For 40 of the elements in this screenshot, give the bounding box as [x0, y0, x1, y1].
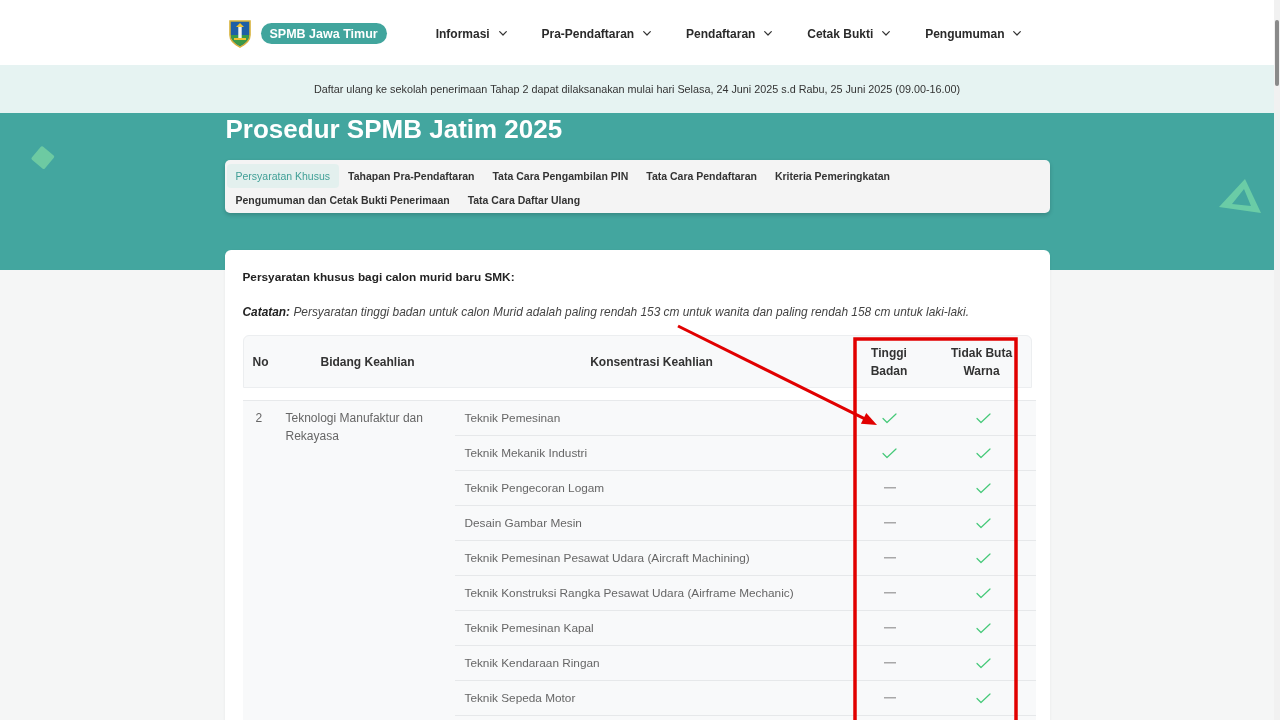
- table-cell-text: Teknik Mekanik Industri: [463, 446, 589, 460]
- chevron-down-icon: [498, 31, 507, 36]
- shield-icon: [227, 19, 252, 48]
- table-cell-text: Teknik Kendaraan Ringan: [463, 656, 601, 670]
- tab[interactable]: Tata Cara Daftar Ulang: [458, 188, 590, 212]
- table-cell-text: Teknik Pemesinan: [463, 411, 562, 425]
- chevron-down-icon: [882, 31, 891, 36]
- nav-menu-item[interactable]: Pra-Pendaftaran: [541, 26, 652, 41]
- tab[interactable]: Pengumuman dan Cetak Bukti Penerimaan: [226, 188, 459, 212]
- chevron-down-icon: [1013, 31, 1022, 36]
- nav-menu-item[interactable]: Cetak Bukti: [807, 26, 891, 41]
- table-cell-text: Teknik Sepeda Motor: [463, 691, 577, 705]
- nav-menu-item[interactable]: Informasi: [435, 26, 507, 41]
- table-cell-text: Teknik Pengecoran Logam: [463, 481, 606, 495]
- table-cell-text: 2: [254, 410, 264, 427]
- tab[interactable]: Kriteria Pemeringkatan: [765, 164, 899, 188]
- announcement-text: Daftar ulang ke sekolah penerimaan Tahap 2 dapat dilaksanakan mulai hari Selasa, 24 Juni 2025 s.d Rabu, 25 Juni 2025 (09.00-16.00): [313, 83, 961, 95]
- note-text: Catatan: Persyaratan tinggi badan untuk calon Murid adalah paling rendah 153 cm untuk wanita dan paling rendah 158 cm untuk laki-laki.: [242, 304, 970, 321]
- column-header: Konsentrasi Keahlian: [589, 353, 714, 371]
- tab[interactable]: Tata Cara Pengambilan PIN: [483, 164, 638, 188]
- table-cell-text: Teknik Pemesinan Pesawat Udara (Aircraft Machining): [463, 551, 751, 565]
- page-title: Prosedur SPMB Jatim 2025: [224, 113, 564, 145]
- scrollbar-thumb[interactable]: [1275, 20, 1279, 86]
- section-heading: Persyaratan khusus bagi calon murid baru SMK:: [242, 269, 516, 286]
- chevron-down-icon: [643, 31, 652, 36]
- nav-menu-item[interactable]: Pendaftaran: [686, 26, 773, 41]
- tab[interactable]: Tahapan Pra-Pendaftaran: [339, 164, 484, 188]
- table-cell-text: Teknik Pemesinan Kapal: [463, 621, 595, 635]
- table-cell-text: Teknik Konstruksi Rangka Pesawat Udara (Airframe Mechanic): [463, 586, 795, 600]
- column-header: Tinggi Badan: [869, 344, 909, 380]
- column-header: Tidak Buta Warna: [949, 344, 1014, 380]
- triangle-icon: [1217, 177, 1263, 216]
- chevron-down-icon: [764, 31, 773, 36]
- tab[interactable]: Tata Cara Pendaftaran: [637, 164, 766, 188]
- table-cell-text: Desain Gambar Mesin: [463, 516, 583, 530]
- column-header: Bidang Keahlian: [319, 353, 416, 371]
- scrollbar-track[interactable]: [1274, 0, 1280, 720]
- column-header: No: [251, 353, 270, 371]
- table-cell-text: Teknologi Manufaktur dan Rekayasa: [284, 410, 424, 445]
- nav-menu-item[interactable]: Pengumuman: [925, 26, 1022, 41]
